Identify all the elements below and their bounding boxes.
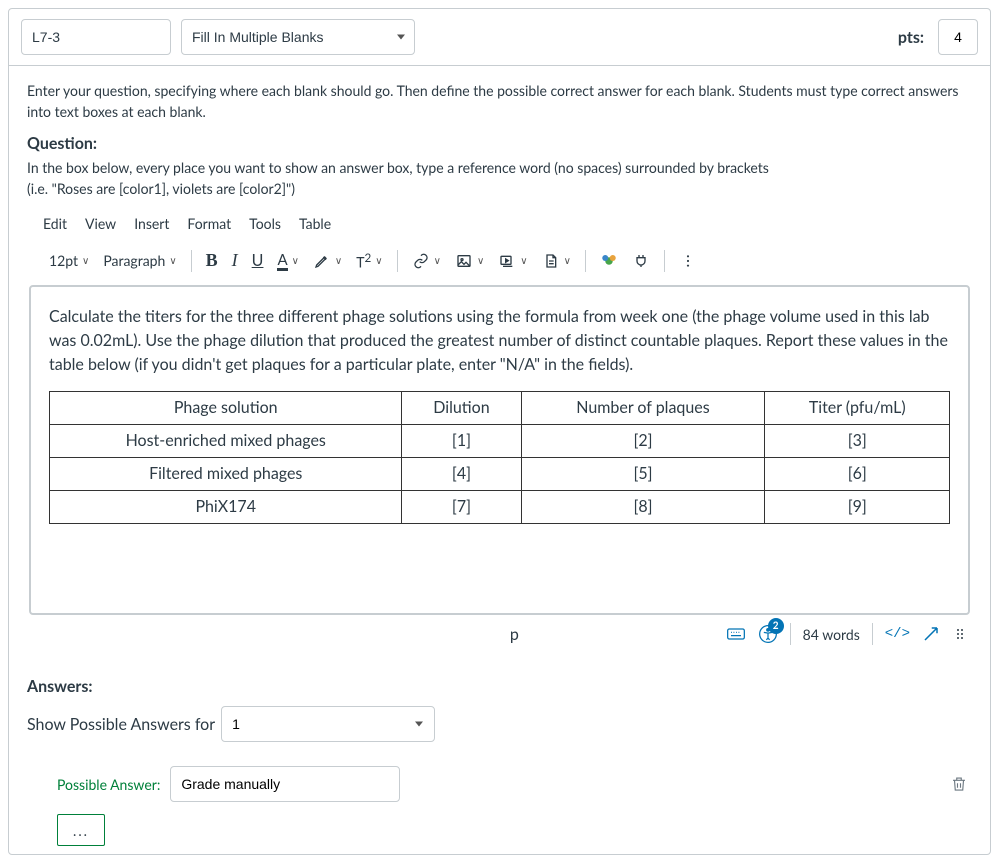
apps-button[interactable] [594, 248, 624, 274]
word-count[interactable]: 84 words [803, 626, 860, 643]
delete-answer-button[interactable] [950, 775, 972, 793]
table-row[interactable]: Filtered mixed phages [4] [5] [6] [50, 458, 950, 491]
fullscreen-icon [922, 625, 940, 643]
possible-answer-row: Possible Answer: [27, 758, 972, 814]
block-format-dropdown[interactable]: Paragraph∨ [97, 248, 182, 273]
menu-table[interactable]: Table [299, 215, 331, 232]
fullscreen-button[interactable] [922, 625, 940, 643]
table-header-row[interactable]: Phage solution Dilution Number of plaque… [50, 392, 950, 425]
rce-toolbar: 12pt∨ Paragraph∨ B I U A∨ ∨ T2∨ ∨ [27, 242, 972, 285]
question-header: Fill In Multiple Blanks pts: [9, 9, 990, 66]
rich-content-editor[interactable]: Calculate the titers for the three diffe… [29, 285, 970, 615]
text-color-dropdown[interactable]: A∨ [271, 247, 304, 275]
media-dropdown[interactable]: ∨ [492, 248, 533, 274]
more-button[interactable] [673, 248, 703, 274]
instructions-text: Enter your question, specifying where ea… [27, 80, 972, 122]
drag-handle-icon [952, 626, 968, 642]
question-type-select-wrap: Fill In Multiple Blanks [181, 19, 415, 55]
answers-heading: Answers: [27, 677, 972, 696]
show-answers-row: Show Possible Answers for 1 [27, 706, 972, 742]
menu-view[interactable]: View [85, 215, 116, 232]
link-icon [412, 252, 430, 270]
underline-button[interactable]: U [246, 247, 270, 274]
blank-select[interactable]: 1 [221, 706, 435, 742]
answer-comment-button[interactable]: ... [57, 814, 105, 846]
menu-format[interactable]: Format [187, 215, 231, 232]
html-editor-button[interactable]: </> [885, 626, 910, 642]
plug-icon [632, 252, 650, 270]
document-icon [542, 252, 560, 270]
accessibility-checker-button[interactable]: 2 [758, 624, 778, 644]
editor-content[interactable]: Calculate the titers for the three diffe… [49, 305, 950, 599]
link-dropdown[interactable]: ∨ [406, 248, 447, 274]
question-help-text: In the box below, every place you want t… [27, 157, 972, 199]
apps-icon [600, 252, 618, 270]
question-heading: Question: [27, 134, 972, 153]
image-icon [455, 252, 473, 270]
question-editor-card: Fill In Multiple Blanks pts: Enter your … [8, 8, 991, 855]
italic-button[interactable]: I [226, 246, 244, 275]
font-size-dropdown[interactable]: 12pt∨ [43, 248, 95, 273]
table-row[interactable]: Host-enriched mixed phages [1] [2] [3] [50, 425, 950, 458]
possible-answer-input[interactable] [170, 766, 400, 802]
document-dropdown[interactable]: ∨ [536, 248, 577, 274]
editor-table[interactable]: Phage solution Dilution Number of plaque… [49, 391, 950, 524]
possible-answer-label: Possible Answer: [57, 776, 160, 793]
menu-insert[interactable]: Insert [134, 215, 169, 232]
media-icon [498, 252, 516, 270]
rce-menubar: Edit View Insert Format Tools Table [27, 211, 972, 242]
table-row[interactable]: PhiX174 [7] [8] [9] [50, 491, 950, 524]
highlighter-icon [313, 252, 331, 270]
accessibility-issue-count: 2 [768, 618, 784, 634]
show-answers-label: Show Possible Answers for [27, 715, 215, 734]
question-body: Enter your question, specifying where ea… [9, 66, 990, 663]
menu-edit[interactable]: Edit [43, 215, 67, 232]
resize-handle[interactable] [952, 626, 968, 642]
highlight-color-dropdown[interactable]: ∨ [307, 248, 348, 274]
question-name-input[interactable] [21, 19, 171, 55]
image-dropdown[interactable]: ∨ [449, 248, 490, 274]
question-type-select[interactable]: Fill In Multiple Blanks [181, 19, 415, 55]
editor-status-bar: p 2 84 words </> [27, 615, 972, 645]
more-vertical-icon [679, 252, 697, 270]
bold-button[interactable]: B [200, 246, 224, 275]
superscript-dropdown[interactable]: T2∨ [350, 247, 388, 275]
points-input[interactable] [938, 19, 978, 55]
blank-select-wrap: 1 [221, 706, 435, 742]
element-path[interactable]: p [31, 625, 718, 644]
keyboard-shortcuts-button[interactable] [726, 624, 746, 644]
editor-paragraph[interactable]: Calculate the titers for the three diffe… [49, 305, 950, 377]
keyboard-icon [726, 624, 746, 644]
points-label: pts: [898, 28, 924, 47]
menu-tools[interactable]: Tools [249, 215, 281, 232]
trash-icon [950, 775, 968, 793]
plugin-button[interactable] [626, 248, 656, 274]
answers-section: Answers: Show Possible Answers for 1 Pos… [9, 663, 990, 854]
